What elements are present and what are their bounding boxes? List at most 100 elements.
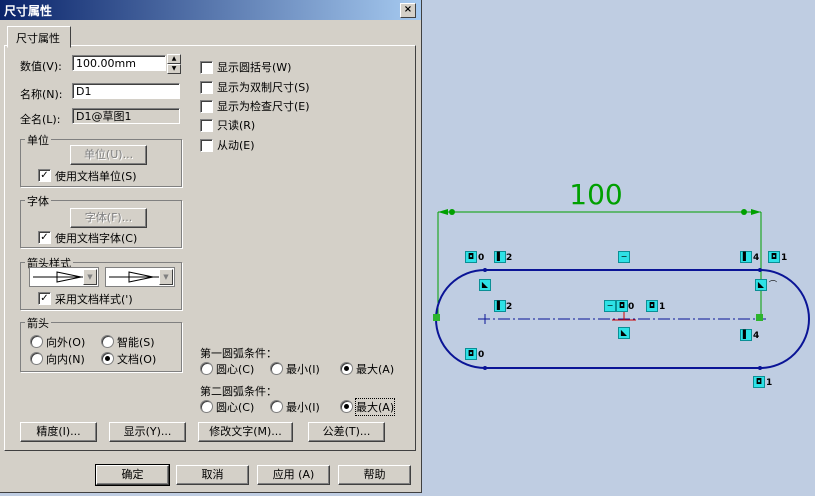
relation-label: 2 (506, 253, 513, 263)
dimension-handle-right (741, 209, 747, 215)
arc1-center-label: 圆心(C) (216, 363, 255, 376)
font-button[interactable]: 字体(F)... (70, 208, 147, 228)
arrow-style-2-icon (109, 271, 159, 283)
apply-button[interactable]: 应用 (A) (257, 465, 330, 485)
arrow-document-label: 文档(O) (117, 353, 157, 366)
tolerance-button[interactable]: 公差(T)... (308, 422, 385, 442)
arc1-center-radio[interactable] (200, 362, 213, 375)
dialog-title: 尺寸属性 (4, 4, 53, 18)
endpoint-top-left (483, 268, 487, 272)
chevron-down-icon[interactable]: ▼ (159, 269, 173, 285)
dual-dimension-checkbox[interactable] (200, 81, 213, 94)
spin-up-icon[interactable]: ▲ (167, 54, 181, 64)
fullname-field: D1@草图1 (72, 108, 180, 124)
font-group-title: 字体 (25, 193, 51, 209)
coincident-icon[interactable]: ◘ (465, 348, 477, 360)
arc2-max-radio[interactable] (340, 400, 353, 413)
arrow-smart-radio[interactable] (101, 335, 114, 348)
coincident-icon[interactable]: ◘ (753, 376, 765, 388)
coincident-icon[interactable]: ◘ (616, 300, 628, 312)
units-button[interactable]: 单位(U)... (70, 145, 147, 165)
tangent-icon[interactable]: ▌ (494, 251, 506, 263)
tangent-icon[interactable]: ▌ (740, 329, 752, 341)
use-doc-style-label: 采用文档样式(') (55, 293, 133, 306)
chevron-down-icon[interactable]: ▼ (83, 269, 97, 285)
fullname-label: 全名(L): (20, 113, 61, 126)
arrow-style-select-1[interactable]: ▼ (29, 267, 99, 287)
sketch-drawing[interactable]: 1 0 0 (422, 0, 815, 496)
use-doc-font-checkbox[interactable]: ✓ (38, 231, 51, 244)
relation-label: 0 (478, 350, 485, 360)
arrow-outside-radio[interactable] (30, 335, 43, 348)
arc2-center-radio[interactable] (200, 400, 213, 413)
read-only-checkbox[interactable] (200, 119, 213, 132)
dimension-100[interactable]: 1 0 0 (437, 178, 762, 316)
show-parentheses-label: 显示圆括号(W) (217, 61, 292, 74)
arrow-style-select-2[interactable]: ▼ (105, 267, 175, 287)
modify-text-button[interactable]: 修改文字(M)... (198, 422, 293, 442)
title-bar[interactable]: 尺寸属性 × (0, 0, 421, 20)
sketch-canvas[interactable]: 100 ◘ 0 ▌ 2 − ▌ 4 ◘ 1 ◣ ◣ ⌒ ▌ 2 − ◘ 0 ◘ … (422, 0, 815, 496)
dimension-marker-icon[interactable]: ◣ (755, 279, 767, 291)
arrows-group: 箭头 向外(O) 智能(S) 向内(N) 文档(O) (20, 315, 182, 372)
relation-label: 1 (781, 253, 788, 263)
value-spinner[interactable]: ▲ ▼ (167, 54, 181, 74)
driven-checkbox[interactable] (200, 139, 213, 152)
first-arc-title: 第一圆弧条件： (200, 347, 277, 360)
horizontal-icon[interactable]: − (604, 300, 616, 312)
tab-dimension-properties[interactable]: 尺寸属性 (7, 26, 71, 48)
show-parentheses-checkbox[interactable] (200, 61, 213, 74)
endpoint-bottom-left (483, 366, 487, 370)
display-button[interactable]: 显示(Y)... (109, 422, 186, 442)
dimension-marker-icon[interactable]: ◣ (618, 327, 630, 339)
value-input[interactable]: 100.00mm (72, 55, 166, 71)
arrow-outside-label: 向外(O) (46, 336, 86, 349)
coincident-icon[interactable]: ◘ (768, 251, 780, 263)
arrow-inside-radio[interactable] (30, 352, 43, 365)
arc2-min-label: 最小(I) (286, 401, 320, 414)
spin-down-icon[interactable]: ▼ (167, 64, 181, 74)
font-group: 字体 字体(F)... ✓ 使用文档字体(C) (20, 193, 182, 248)
arc1-min-radio[interactable] (270, 362, 283, 375)
arc1-max-label: 最大(A) (356, 363, 395, 376)
name-input[interactable]: D1 (72, 83, 180, 99)
arrow-style-group: 箭头样式 ▼ ▼ ✓ 采用文档样式(') (20, 255, 182, 310)
arrow-inside-label: 向内(N) (46, 353, 85, 366)
close-button[interactable]: × (400, 3, 416, 18)
arc-marker-icon[interactable]: ⌒ (767, 279, 779, 291)
arrow-style-1-icon (33, 271, 83, 283)
relation-label: 4 (753, 253, 760, 263)
arc1-max-radio[interactable] (340, 362, 353, 375)
tangent-icon[interactable]: ▌ (740, 251, 752, 263)
dual-dimension-label: 显示为双制尺寸(S) (217, 81, 310, 94)
relation-label: 2 (506, 302, 513, 312)
driven-label: 从动(E) (217, 139, 255, 152)
arc2-max-label: 最大(A) (354, 398, 396, 416)
dimension-marker-icon[interactable]: ◣ (479, 279, 491, 291)
relation-label: 1 (766, 378, 773, 388)
arc2-min-radio[interactable] (270, 400, 283, 413)
coincident-icon[interactable]: ◘ (465, 251, 477, 263)
selected-point-left (433, 314, 440, 321)
arrow-smart-label: 智能(S) (117, 336, 155, 349)
use-doc-units-checkbox[interactable]: ✓ (38, 169, 51, 182)
use-doc-font-label: 使用文档字体(C) (55, 232, 138, 245)
horizontal-icon[interactable]: − (618, 251, 630, 263)
help-button[interactable]: 帮助 (338, 465, 411, 485)
relation-label: 4 (753, 331, 760, 341)
coincident-icon[interactable]: ◘ (646, 300, 658, 312)
use-doc-style-checkbox[interactable]: ✓ (38, 292, 51, 305)
tangent-icon[interactable]: ▌ (494, 300, 506, 312)
selected-point-right (756, 314, 763, 321)
precision-button[interactable]: 精度(I)... (20, 422, 97, 442)
use-doc-units-label: 使用文档单位(S) (55, 170, 137, 183)
arc1-min-label: 最小(I) (286, 363, 320, 376)
cancel-button[interactable]: 取消 (176, 465, 249, 485)
arrow-document-radio[interactable] (101, 352, 114, 365)
ok-button[interactable]: 确定 (95, 464, 170, 486)
inspection-dimension-checkbox[interactable] (200, 100, 213, 113)
relation-label: 0 (478, 253, 485, 263)
endpoint-top-right (758, 268, 762, 272)
units-group-title: 单位 (25, 132, 51, 148)
arrows-group-title: 箭头 (25, 315, 51, 331)
